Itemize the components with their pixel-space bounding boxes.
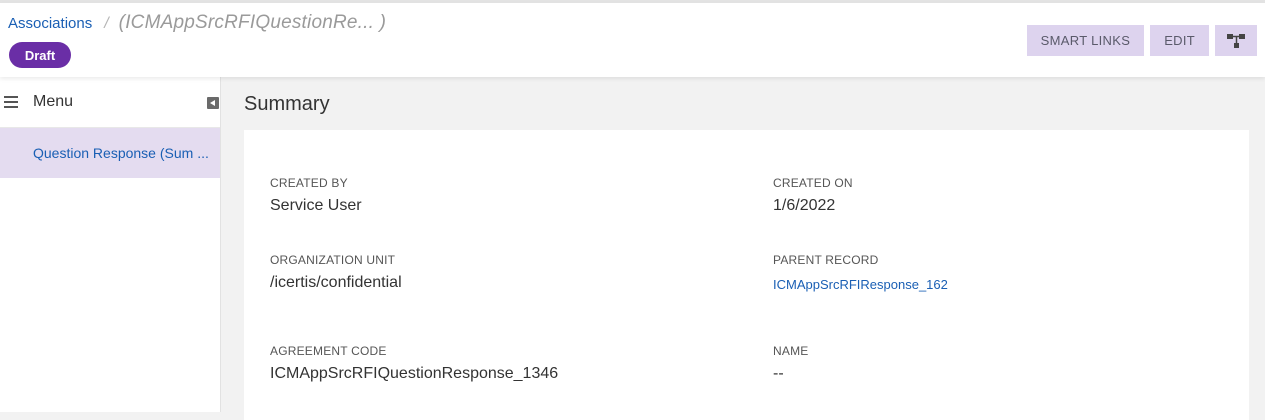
record-header: Associations / (ICMAppSrcRFIQuestionRe..… [0, 3, 1265, 77]
status-badge: Draft [9, 42, 71, 68]
field-value: /icertis/confidential [270, 274, 402, 291]
field-value: 1/6/2022 [773, 197, 836, 214]
field-label: CREATED ON [773, 176, 853, 190]
hierarchy-icon [1227, 33, 1245, 48]
hierarchy-button[interactable] [1215, 25, 1257, 56]
breadcrumb-separator: / [104, 15, 109, 32]
field-label: PARENT RECORD [773, 253, 879, 267]
field-label: AGREEMENT CODE [270, 344, 387, 358]
summary-card: CREATED BY Service User CREATED ON 1/6/2… [244, 130, 1249, 420]
field-label: CREATED BY [270, 176, 348, 190]
field-label: ORGANIZATION UNIT [270, 253, 396, 267]
field-value: Service User [270, 197, 362, 214]
smart-links-button[interactable]: SMART LINKS [1026, 25, 1145, 56]
header-actions: SMART LINKS EDIT [1026, 25, 1257, 56]
menu-header: Menu [0, 77, 220, 128]
sidebar-item-question-response[interactable]: Question Response (Sum ... [0, 128, 220, 178]
edit-button[interactable]: EDIT [1150, 25, 1209, 56]
field-name: NAME -- [773, 344, 808, 383]
menu-label: Menu [33, 93, 74, 110]
field-label: NAME [773, 344, 809, 358]
field-value: -- [773, 365, 784, 382]
parent-record-link[interactable]: ICMAppSrcRFIResponse_162 [773, 277, 948, 292]
main-content: Summary CREATED BY Service User CREATED … [221, 77, 1265, 420]
field-value: ICMAppSrcRFIQuestionResponse_1346 [270, 365, 559, 382]
field-created-on: CREATED ON 1/6/2022 [773, 176, 853, 215]
field-organization-unit: ORGANIZATION UNIT /icertis/confidential [270, 253, 402, 292]
hamburger-icon[interactable] [4, 96, 18, 111]
breadcrumb-associations-link[interactable]: Associations [8, 15, 92, 32]
field-created-by: CREATED BY Service User [270, 176, 362, 215]
breadcrumb: Associations / (ICMAppSrcRFIQuestionRe..… [8, 12, 386, 34]
left-sidebar: Menu Question Response (Sum ... [0, 77, 221, 412]
field-agreement-code: AGREEMENT CODE ICMAppSrcRFIQuestionRespo… [270, 344, 558, 383]
collapse-sidebar-icon[interactable] [207, 97, 219, 109]
field-parent-record: PARENT RECORD ICMAppSrcRFIResponse_162 [773, 253, 948, 292]
sidebar-item-label: Question Response (Sum ... [33, 145, 209, 161]
page-title: Summary [244, 93, 330, 115]
breadcrumb-current-record: (ICMAppSrcRFIQuestionRe... ) [118, 12, 387, 33]
